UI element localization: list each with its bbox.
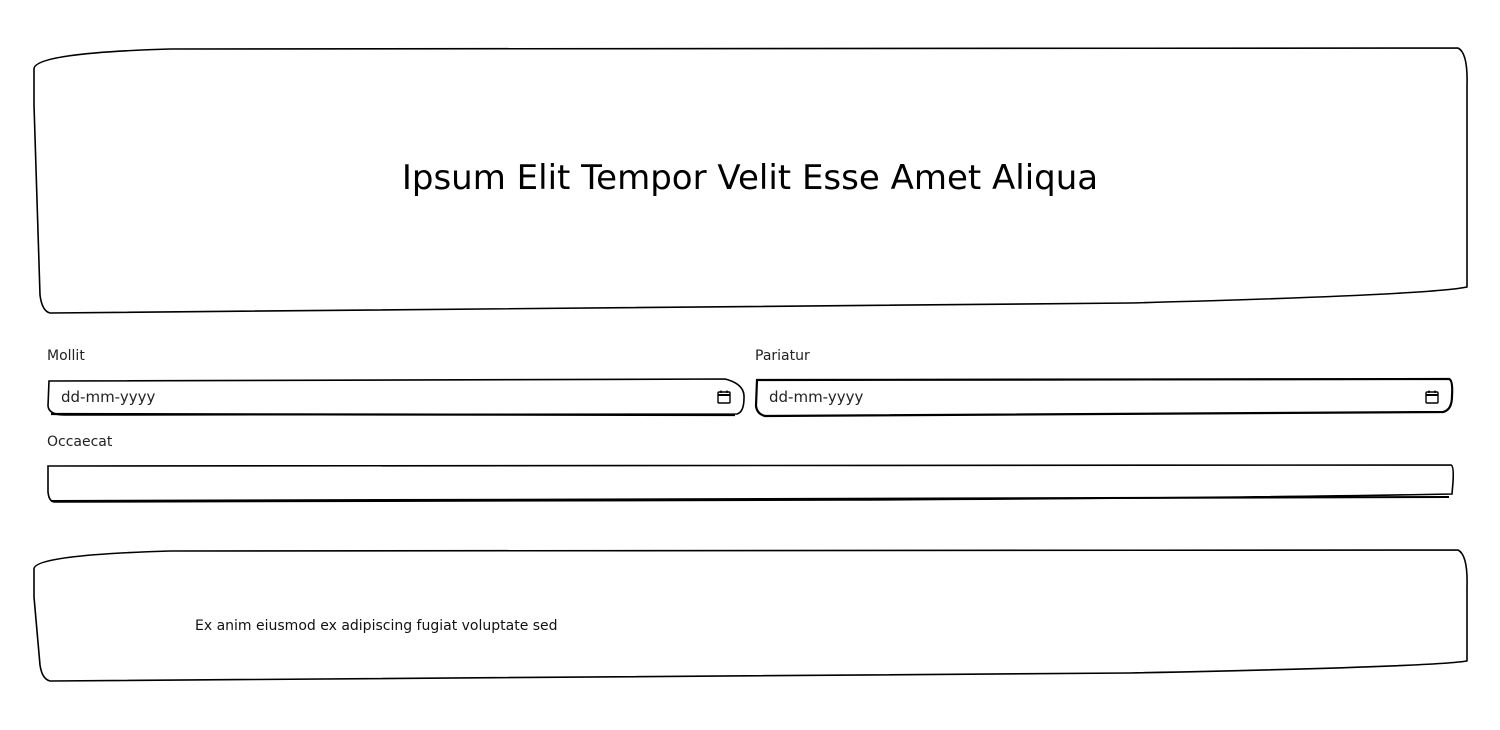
pariatur-date-input[interactable]: dd-mm-yyyy [755, 380, 1453, 414]
mollit-label: Mollit [47, 348, 85, 364]
mollit-date-placeholder: dd-mm-yyyy [61, 388, 156, 406]
pariatur-label: Pariatur [755, 348, 810, 364]
footer-text: Ex anim eiusmod ex adipiscing fugiat vol… [195, 618, 558, 634]
mollit-date-input[interactable]: dd-mm-yyyy [47, 380, 745, 414]
page-title: Ipsum Elit Tempor Velit Esse Amet Aliqua [401, 158, 1099, 198]
occaecat-text-input[interactable] [47, 466, 1453, 500]
pariatur-date-placeholder: dd-mm-yyyy [769, 388, 864, 406]
occaecat-label: Occaecat [47, 434, 113, 450]
footer-frame [30, 547, 1472, 687]
calendar-icon[interactable] [1425, 390, 1439, 404]
calendar-icon[interactable] [717, 390, 731, 404]
